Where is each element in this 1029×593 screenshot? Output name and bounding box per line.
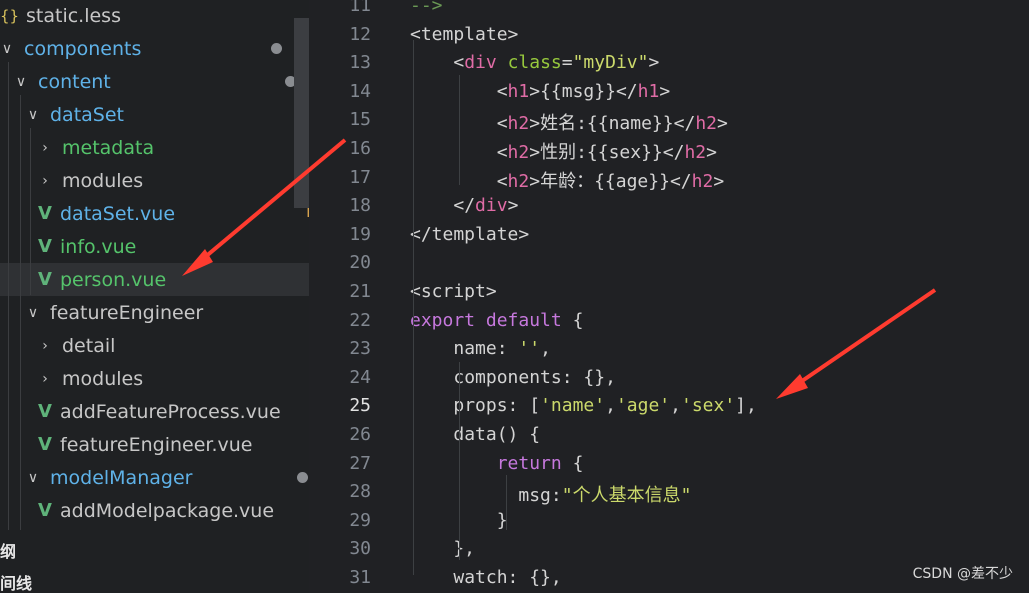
annotation-arrows bbox=[182, 138, 937, 399]
annotation-arrow-props bbox=[776, 288, 937, 399]
watermark: CSDN @差不少 bbox=[912, 566, 1013, 582]
annotation-arrow-explorer bbox=[182, 138, 347, 276]
